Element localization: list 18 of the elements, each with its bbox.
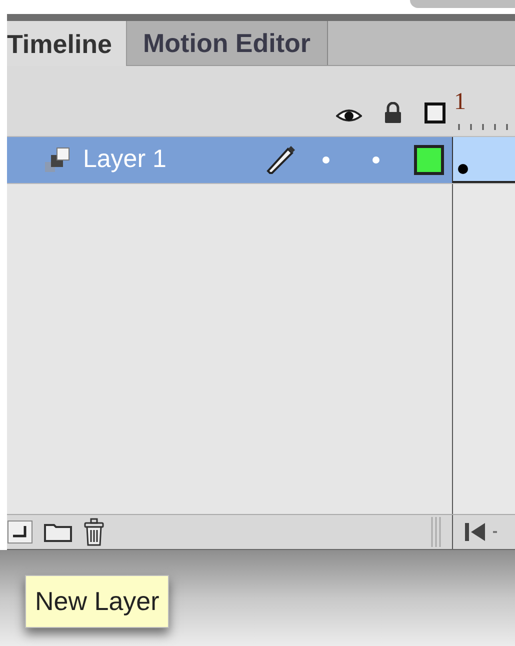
tab[interactable]: Motion Editor bbox=[127, 21, 328, 65]
resize-grip-icon[interactable] bbox=[430, 517, 442, 547]
folder-icon[interactable] bbox=[43, 521, 73, 543]
layer-row[interactable]: Layer 1 bbox=[7, 137, 452, 183]
trash-icon[interactable] bbox=[83, 518, 105, 546]
eye-icon[interactable] bbox=[336, 108, 362, 124]
tab[interactable]: Timeline bbox=[7, 21, 128, 67]
tooltip: New Layer bbox=[25, 575, 170, 628]
layer-name[interactable]: Layer 1 bbox=[83, 141, 264, 179]
layer-color-swatch[interactable] bbox=[414, 145, 444, 175]
frame-number: 1 bbox=[453, 90, 467, 114]
unlocked-dot-icon[interactable] bbox=[372, 156, 380, 164]
outline-square-icon[interactable] bbox=[424, 102, 446, 124]
visible-dot-icon[interactable] bbox=[322, 156, 330, 164]
new-layer-icon[interactable] bbox=[7, 520, 33, 544]
first-frame-icon[interactable] bbox=[463, 521, 499, 543]
lock-icon[interactable] bbox=[384, 102, 402, 124]
keyframe-dot-icon bbox=[457, 163, 469, 175]
